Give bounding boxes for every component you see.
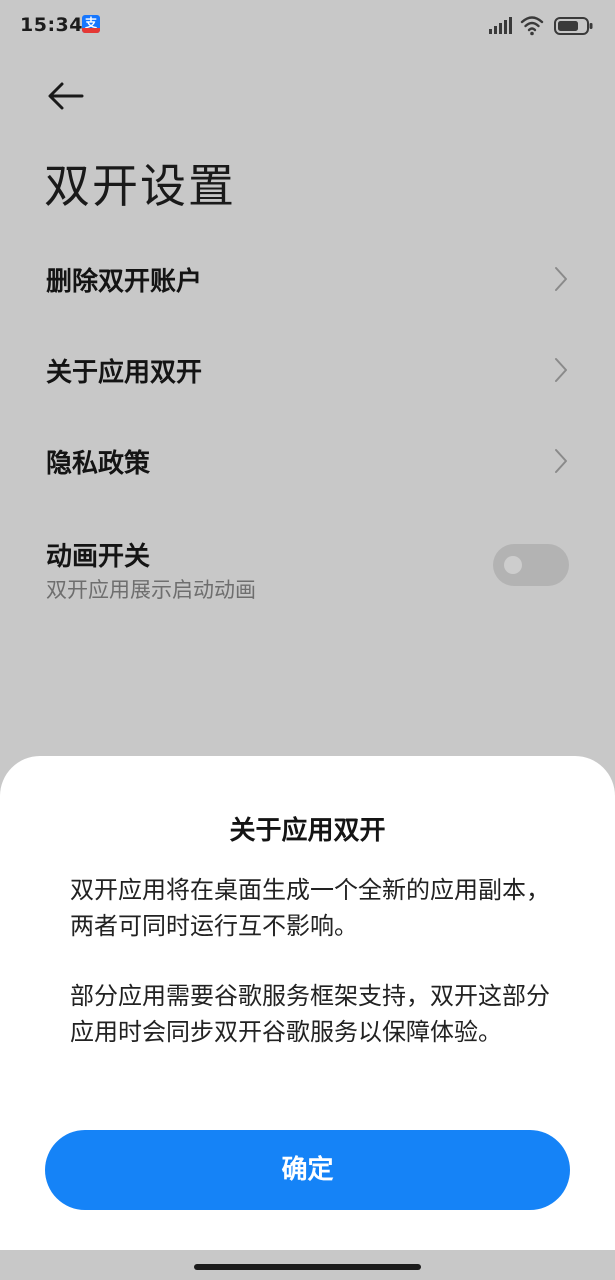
settings-item-label: 删除双开账户	[46, 267, 203, 297]
status-time: 15:34	[20, 14, 83, 36]
settings-item-label: 隐私政策	[46, 449, 151, 479]
animation-toggle-switch[interactable]	[493, 544, 569, 586]
battery-icon	[554, 17, 593, 35]
status-bar: 15:34 支	[0, 0, 615, 54]
chevron-right-icon	[555, 449, 567, 473]
settings-item-privacy-policy[interactable]: 隐私政策	[0, 414, 615, 506]
alipay-strip	[82, 28, 100, 33]
chevron-right-icon	[555, 358, 567, 382]
animation-toggle-subtitle: 双开应用展示启动动画	[46, 578, 256, 602]
dialog-body: 双开应用将在桌面生成一个全新的应用副本，两者可同时运行互不影响。 部分应用需要谷…	[70, 872, 550, 1084]
settings-item-about-dual-apps[interactable]: 关于应用双开	[0, 323, 615, 415]
settings-item-label: 关于应用双开	[46, 358, 203, 388]
page-title: 双开设置	[44, 159, 236, 213]
settings-item-delete-account[interactable]: 删除双开账户	[0, 232, 615, 324]
animation-toggle-title: 动画开关	[46, 542, 151, 572]
dialog-paragraph: 双开应用将在桌面生成一个全新的应用副本，两者可同时运行互不影响。	[70, 876, 550, 940]
confirm-button[interactable]: 确定	[45, 1130, 570, 1210]
home-indicator[interactable]	[194, 1264, 421, 1270]
chevron-right-icon	[555, 267, 567, 291]
wifi-icon	[520, 16, 544, 36]
about-dialog: 关于应用双开 双开应用将在桌面生成一个全新的应用副本，两者可同时运行互不影响。 …	[0, 756, 615, 1250]
dialog-title: 关于应用双开	[229, 816, 386, 846]
dialog-paragraph: 部分应用需要谷歌服务框架支持，双开这部分应用时会同步双开谷歌服务以保障体验。	[70, 982, 550, 1046]
signal-icon	[489, 17, 512, 34]
alipay-icon: 支	[82, 15, 100, 33]
navigation-bar	[0, 1250, 615, 1280]
back-arrow-icon[interactable]	[44, 78, 88, 114]
toggle-knob	[504, 556, 522, 574]
